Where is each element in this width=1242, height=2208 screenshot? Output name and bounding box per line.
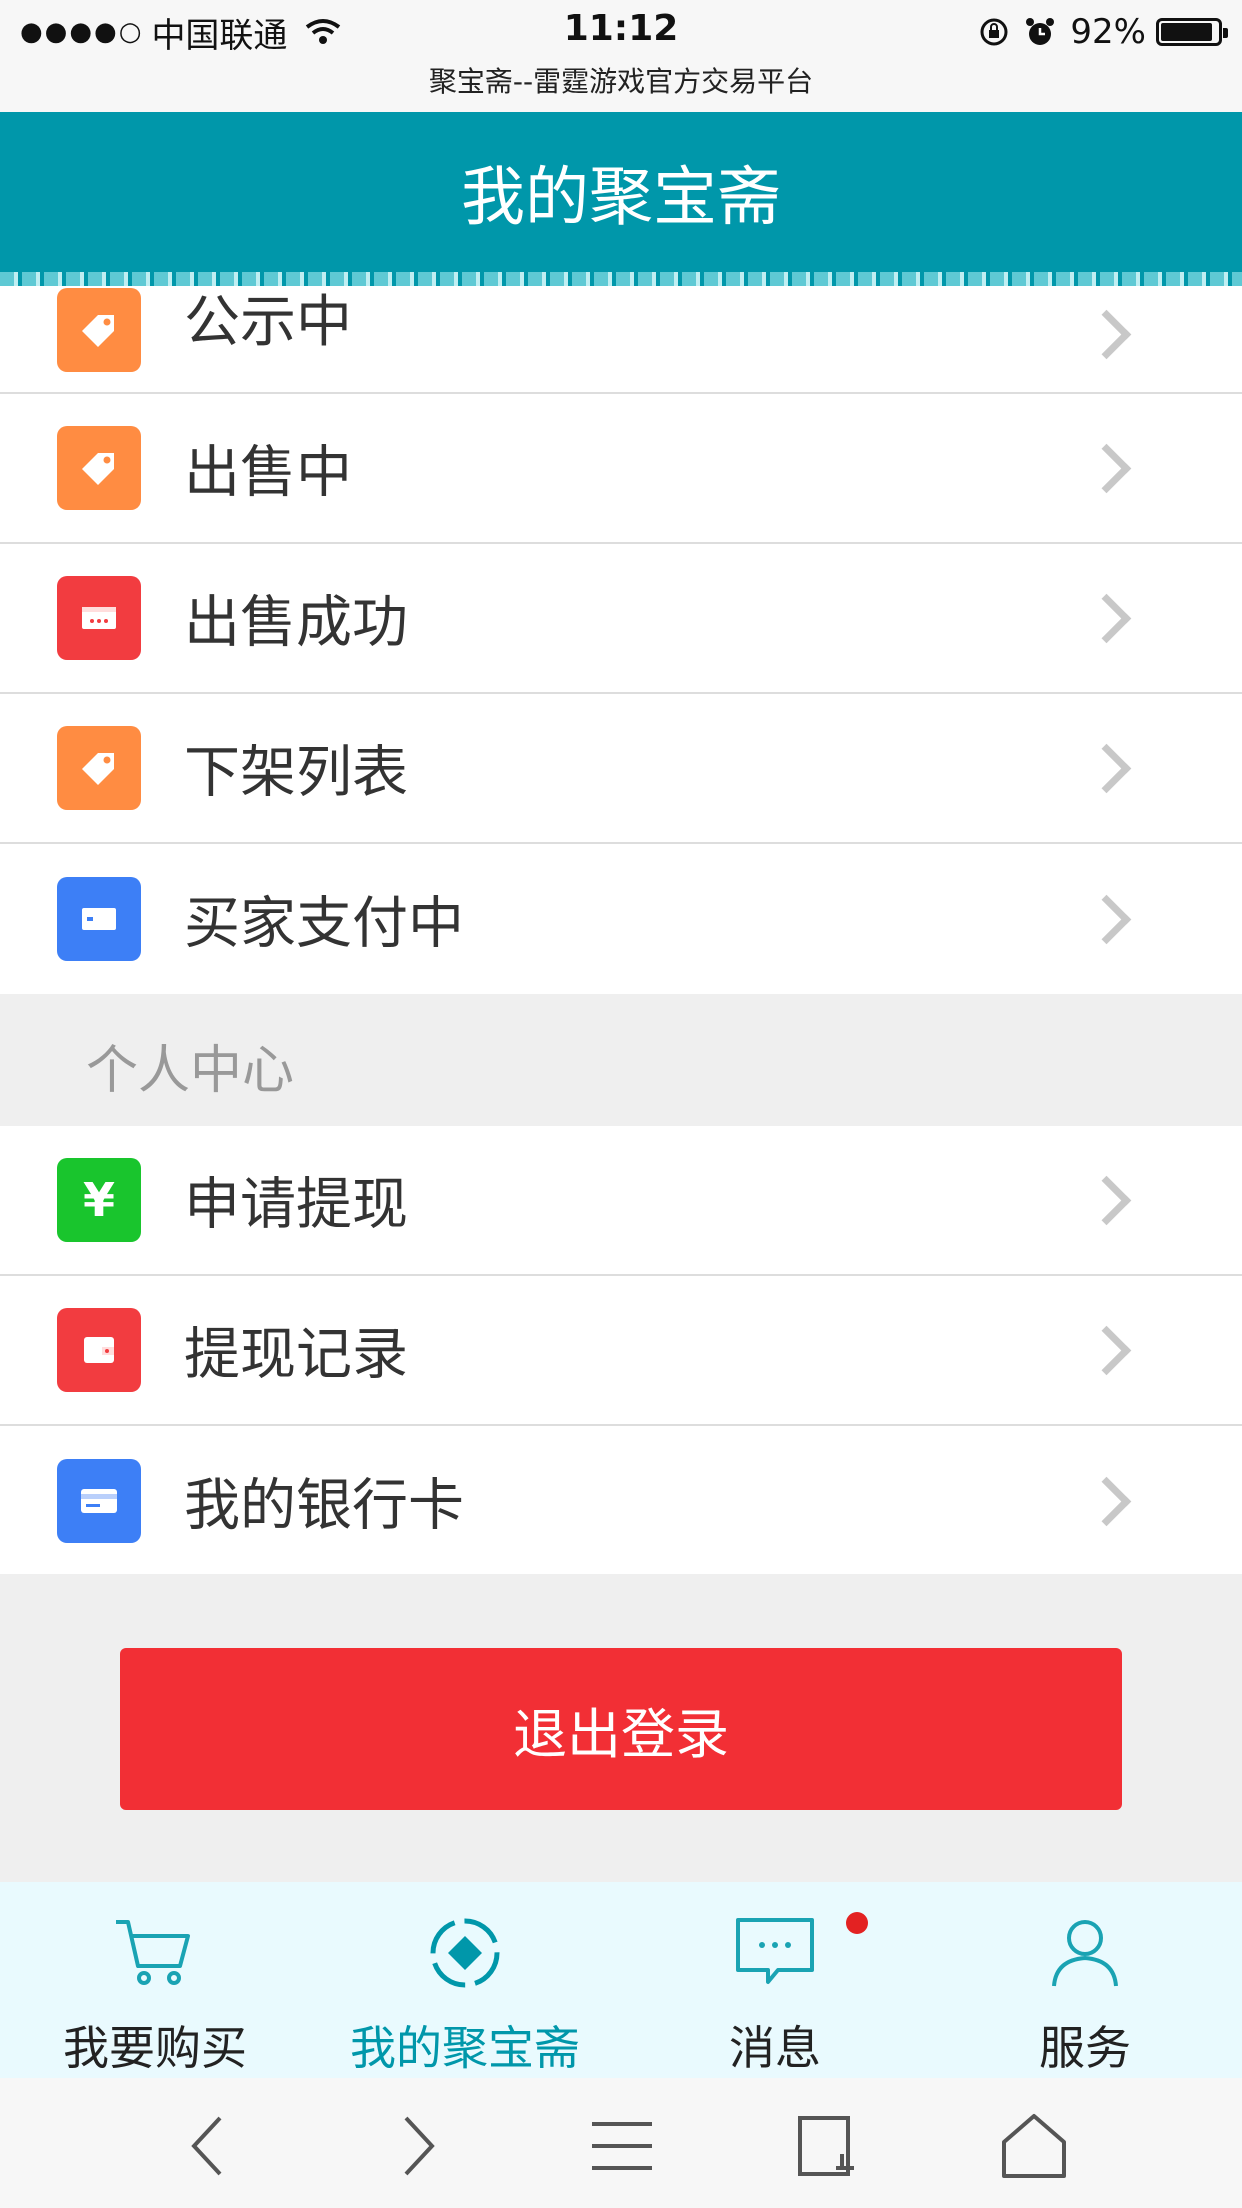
section-title: 个人中心 xyxy=(86,1041,295,1101)
rotation-lock-icon xyxy=(980,18,1008,46)
browser-toolbar xyxy=(0,2078,1242,2208)
menu-item-label: 公示中 xyxy=(184,290,352,355)
menu-item-label: 出售成功 xyxy=(184,590,408,656)
tabs-icon[interactable] xyxy=(788,2106,868,2186)
user-icon xyxy=(1052,1920,1118,1987)
menu-item-publicity[interactable]: 公示中 xyxy=(0,286,1242,394)
tab-my-jubaozhai[interactable]: 我的聚宝斋 xyxy=(310,1882,620,2078)
back-icon[interactable] xyxy=(170,2106,250,2186)
menu-item-withdraw[interactable]: ¥ 申请提现 xyxy=(0,1126,1242,1276)
notification-badge xyxy=(846,1912,868,1934)
menu-icon[interactable] xyxy=(582,2106,662,2186)
menu-item-sold[interactable]: 出售成功 xyxy=(0,544,1242,694)
logout-button[interactable]: 退出登录 xyxy=(120,1648,1122,1810)
menu-item-bank-cards[interactable]: 我的银行卡 xyxy=(0,1426,1242,1576)
cart-icon xyxy=(116,1920,190,1985)
forward-icon[interactable] xyxy=(376,2106,456,2186)
chevron-right-icon xyxy=(1081,443,1132,494)
tab-label: 消息 xyxy=(729,2021,821,2075)
battery-fill xyxy=(1161,23,1213,41)
tag-icon xyxy=(57,426,141,510)
section-header-personal-center: 个人中心 xyxy=(0,994,1242,1126)
yuan-icon: ¥ xyxy=(57,1158,141,1242)
receipt-icon xyxy=(57,576,141,660)
home-icon[interactable] xyxy=(994,2106,1074,2186)
tag-icon xyxy=(57,726,141,810)
tab-label: 我要购买 xyxy=(63,2021,247,2075)
chevron-right-icon xyxy=(1081,743,1132,794)
battery-icon xyxy=(1156,18,1228,46)
tab-service[interactable]: 服务 xyxy=(930,1882,1240,2078)
chevron-right-icon xyxy=(1081,309,1132,360)
page-title: 我的聚宝斋 xyxy=(461,161,781,235)
bank-card-icon xyxy=(57,1459,141,1543)
message-icon xyxy=(736,1918,814,1984)
chevron-right-icon xyxy=(1081,1476,1132,1527)
status-right: 92% xyxy=(978,10,1228,54)
tab-label: 我的聚宝斋 xyxy=(350,2021,580,2075)
chevron-right-icon xyxy=(1081,1325,1132,1376)
menu-item-label: 下架列表 xyxy=(184,740,408,806)
menu-item-label: 我的银行卡 xyxy=(184,1473,464,1539)
menu-item-label: 申请提现 xyxy=(184,1172,408,1238)
tab-label: 服务 xyxy=(1039,2021,1131,2075)
page-title-bar: 聚宝斋--雷霆游戏官方交易平台 xyxy=(428,65,814,98)
menu-item-label: 买家支付中 xyxy=(184,891,464,957)
status-bar: ●●●●○ 中国联通 11:12 92% 聚宝斋--雷霆游戏官方交易平台 xyxy=(0,0,1242,112)
treasure-icon xyxy=(430,1918,500,1988)
menu-item-withdraw-records[interactable]: 提现记录 xyxy=(0,1276,1242,1426)
menu-list: 公示中 出售中 出售成功 下架列表 买家支付中 个人中心 ¥ 申请提现 提现记录… xyxy=(0,286,1242,1576)
menu-item-on-sale[interactable]: 出售中 xyxy=(0,394,1242,544)
bottom-tab-bar: 我要购买 我的聚宝斋 消息 服务 xyxy=(0,1882,1242,2078)
tag-icon xyxy=(57,288,141,372)
tab-messages[interactable]: 消息 xyxy=(620,1882,930,2078)
chevron-right-icon xyxy=(1081,894,1132,945)
menu-item-delisted[interactable]: 下架列表 xyxy=(0,694,1242,844)
tab-buy[interactable]: 我要购买 xyxy=(0,1882,310,2078)
page-header: 我的聚宝斋 xyxy=(0,112,1242,272)
chevron-right-icon xyxy=(1081,1175,1132,1226)
menu-item-label: 出售中 xyxy=(184,440,352,506)
battery-percent: 92% xyxy=(1070,12,1146,52)
alarm-icon xyxy=(1026,18,1055,45)
wallet-icon xyxy=(57,1308,141,1392)
chevron-right-icon xyxy=(1081,593,1132,644)
card-icon xyxy=(57,877,141,961)
menu-item-buyer-paying[interactable]: 买家支付中 xyxy=(0,844,1242,994)
menu-item-label: 提现记录 xyxy=(184,1322,408,1388)
